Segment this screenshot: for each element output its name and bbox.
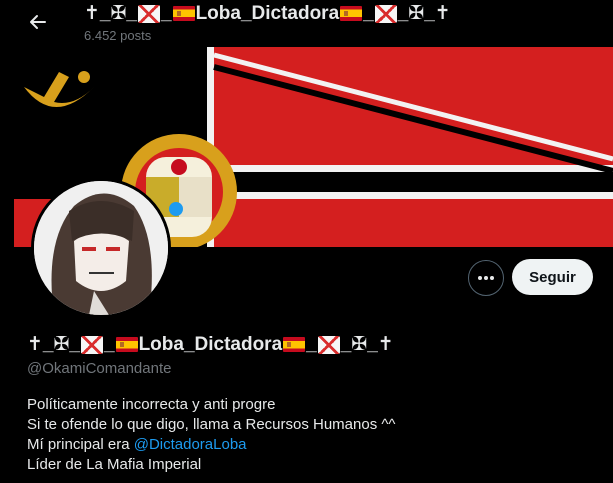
- user-handle: @OkamiComandante: [27, 360, 172, 377]
- saltire-flag-icon: [80, 335, 103, 354]
- post-count: 6.452 posts: [84, 28, 152, 43]
- saltire-flag-icon: [374, 4, 397, 23]
- profile-header: ✝_✠_ _ Loba_Dictadora _ _✠_✝ 6.452 posts: [0, 0, 613, 47]
- avatar[interactable]: [31, 178, 171, 318]
- spain-flag-icon: [172, 6, 195, 21]
- back-arrow-icon: [30, 15, 46, 29]
- saltire-flag-icon: [317, 335, 340, 354]
- back-button[interactable]: [24, 8, 52, 36]
- follow-button[interactable]: Seguir: [512, 259, 593, 295]
- bio-line: Políticamente incorrecta y anti progre: [27, 396, 276, 413]
- more-options-icon: [478, 276, 494, 280]
- bio-line: Líder de La Mafia Imperial: [27, 456, 202, 473]
- bio-line: Si te ofende lo que digo, llama a Recurs…: [27, 416, 396, 433]
- spain-flag-icon: [340, 6, 363, 21]
- avatar-image: [34, 181, 168, 315]
- mention-link[interactable]: @DictadoraLoba: [134, 436, 247, 453]
- more-options-button[interactable]: [468, 260, 504, 296]
- spain-flag-icon: [283, 337, 306, 352]
- profile-bio: Políticamente incorrecta y anti progre S…: [27, 395, 395, 475]
- display-name: ✝_✠_ _ Loba_Dictadora _ _✠_✝: [27, 333, 394, 356]
- bio-line: Mí principal era @DictadoraLoba: [27, 436, 247, 453]
- saltire-flag-icon: [137, 4, 160, 23]
- spain-flag-icon: [115, 337, 138, 352]
- header-display-name: ✝_✠_ _ Loba_Dictadora _ _✠_✝: [84, 2, 451, 25]
